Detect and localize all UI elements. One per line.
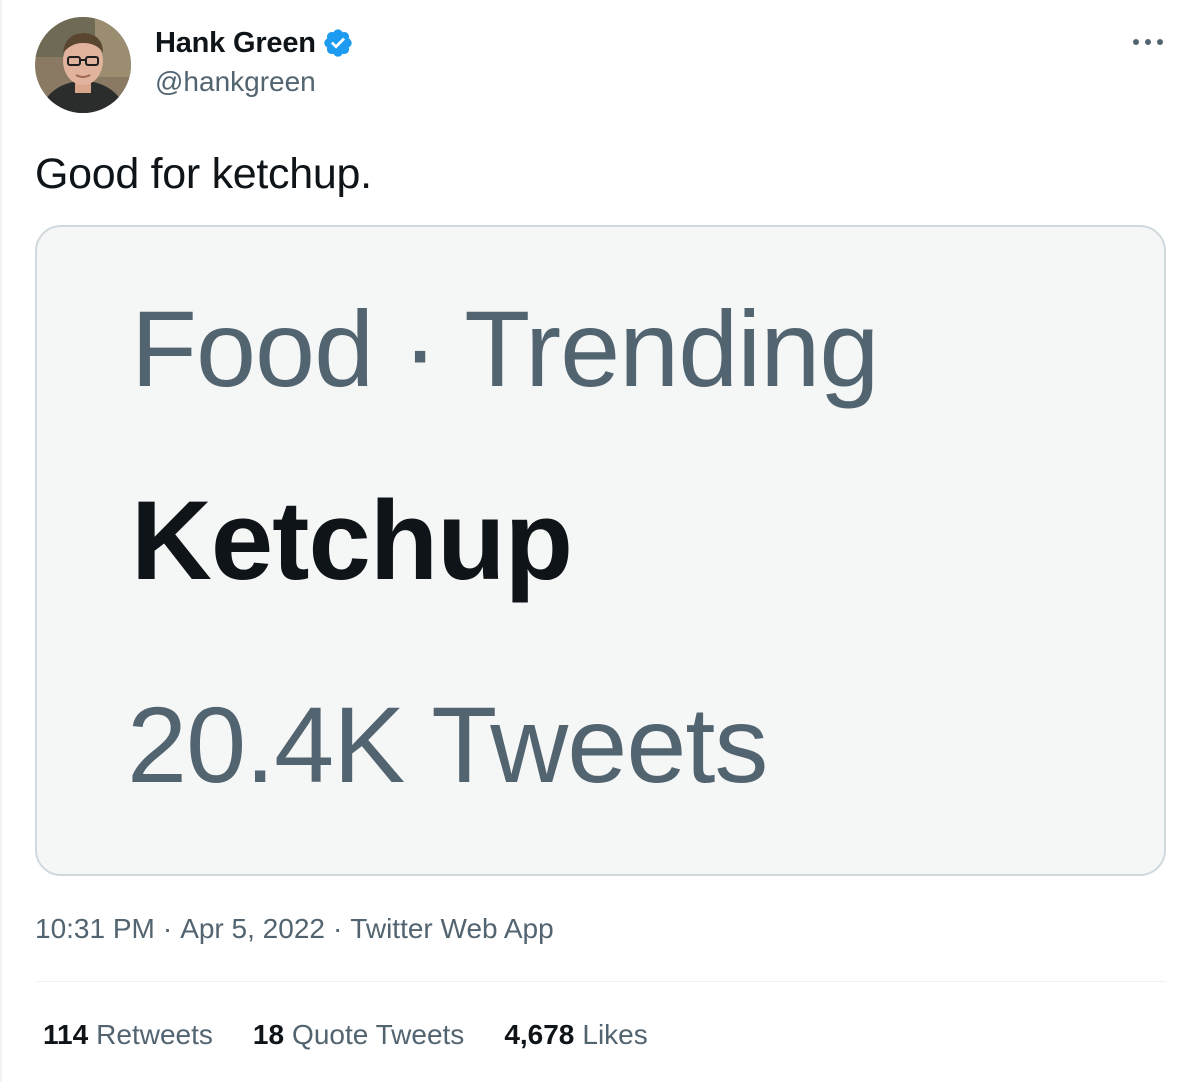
media-image-card[interactable]: Food · Trending Ketchup 20.4K Tweets	[35, 225, 1166, 876]
likes-label: Likes	[582, 1019, 648, 1050]
tweet-stats: 114 Retweets 18 Quote Tweets 4,678 Likes	[43, 1016, 688, 1054]
tweet-time[interactable]: 10:31 PM	[35, 913, 155, 944]
tweet-text: Good for ketchup.	[35, 150, 372, 198]
tweet-meta: 10:31 PM · Apr 5, 2022 · Twitter Web App	[35, 910, 554, 948]
quote-tweets-stat[interactable]: 18 Quote Tweets	[253, 1016, 464, 1054]
more-options-icon[interactable]	[1128, 28, 1168, 56]
author-handle[interactable]: @hankgreen	[155, 66, 316, 98]
tweet-source[interactable]: Twitter Web App	[350, 913, 553, 944]
tweet-date[interactable]: Apr 5, 2022	[180, 913, 325, 944]
divider	[35, 981, 1166, 982]
quote-tweets-count: 18	[252, 1019, 285, 1050]
author-name-row: Hank Green	[155, 25, 354, 61]
meta-separator: ·	[332, 913, 343, 944]
trend-count-label: 20.4K Tweets	[127, 684, 768, 805]
avatar-photo	[35, 17, 131, 113]
tweet-container: Hank Green @hankgreen Good for ketchup. …	[0, 0, 1194, 1082]
retweets-count: 114	[43, 1019, 89, 1050]
retweets-stat[interactable]: 114 Retweets	[43, 1016, 213, 1054]
author-name[interactable]: Hank Green	[155, 27, 316, 60]
likes-count: 4,678	[504, 1019, 575, 1050]
trend-context-label: Food · Trending	[131, 288, 879, 409]
likes-stat[interactable]: 4,678 Likes	[504, 1016, 647, 1054]
verified-badge-icon	[322, 27, 354, 59]
meta-separator: ·	[162, 913, 173, 944]
retweets-label: Retweets	[96, 1019, 213, 1050]
trend-name-label: Ketchup	[131, 478, 573, 603]
quote-tweets-label: Quote Tweets	[292, 1019, 465, 1050]
avatar[interactable]	[35, 17, 131, 113]
